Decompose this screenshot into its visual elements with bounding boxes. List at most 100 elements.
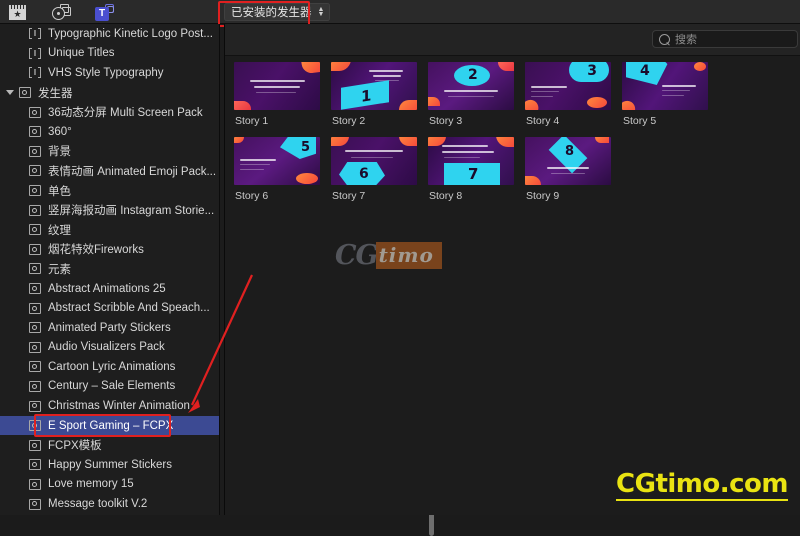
sidebar-item-5[interactable]: 360° [0,122,219,142]
generator-icon-wrap [28,322,42,334]
generator-cell[interactable]: 7 Story 8 [428,137,519,202]
sidebar-item-18[interactable]: Century – Sale Elements [0,377,219,397]
generator-icon [29,361,41,373]
search-icon [659,33,670,45]
generator-cell[interactable]: 4 Story 5 [622,62,713,127]
sidebar-item-label: Abstract Animations 25 [48,282,166,295]
generator-cell[interactable]: 5 Story 6 [234,137,325,202]
dropdown-label: 已安装的发生器 [231,7,312,19]
sidebar-item-15[interactable]: Animated Party Stickers [0,318,219,338]
generator-browser: 搜索 Story 1 1 Story 2 2 Story 3 3 Story 4 4 Story… [225,24,800,515]
sidebar-item-label: Message toolkit V.2 [48,498,148,511]
photos-audio-browser-icon[interactable] [50,2,72,22]
sidebar-item-11[interactable]: 烟花特效Fireworks [0,240,219,260]
watermark-bottom-right: CGtimo.com [616,470,788,501]
title-icon: I [29,67,41,79]
generator-icon-wrap [28,361,42,373]
sidebar-item-22[interactable]: Happy Summer Stickers [0,455,219,475]
sidebar-item-label: E Sport Gaming – FCPX [48,419,174,432]
sidebar-item-10[interactable]: 纹理 [0,220,219,240]
generator-icon [29,380,41,392]
generator-icon [29,341,41,353]
sidebar-item-8[interactable]: 单色 [0,181,219,201]
generator-icon-wrap [28,185,42,197]
sidebar-item-2[interactable]: I VHS Style Typography [0,63,219,83]
sidebar-scrollbar-track[interactable] [214,24,434,536]
generator-cell[interactable]: Story 1 [234,62,325,127]
disclosure-triangle-icon[interactable] [4,90,15,96]
sidebar-item-12[interactable]: 元素 [0,259,219,279]
generator-icon [29,204,41,216]
generator-icon-wrap [28,380,42,392]
generator-icon-wrap [28,126,42,138]
generator-thumbnail[interactable]: 8 [525,137,611,185]
generator-icon [29,420,41,432]
sidebar-item-0[interactable]: I Typographic Kinetic Logo Post... [0,24,219,44]
sidebar-item-label: 元素 [48,263,71,276]
watermark-timo-text: timo [375,242,442,269]
generator-icon-wrap [28,106,42,118]
sidebar-item-24[interactable]: Message toolkit V.2 [0,494,219,514]
generator-caption: Story 1 [235,115,269,127]
sidebar-item-label: Love memory 15 [48,478,134,491]
sidebar-item-label: VHS Style Typography [48,66,164,79]
generator-cell[interactable]: 1 Story 2 [331,62,422,127]
sidebar-item-16[interactable]: Audio Visualizers Pack [0,338,219,358]
generator-thumbnail[interactable]: 5 [234,137,320,185]
generator-icon-wrap [28,478,42,490]
sidebar-item-21[interactable]: FCPX模板 [0,435,219,455]
generators-category-dropdown[interactable]: 已安装的发生器 ▲ ▼ [224,3,331,21]
sidebar-item-20[interactable]: E Sport Gaming – FCPX [0,415,219,436]
thumbnail-grid: Story 1 1 Story 2 2 Story 3 3 Story 4 4 Story 5 5… [225,57,800,515]
sidebar-item-label: 单色 [48,185,71,198]
sidebar-item-9[interactable]: 竖屏海报动画 Instagram Storie... [0,200,219,220]
sidebar-item-3[interactable]: 发生器 [0,83,219,103]
generator-icon [19,87,31,99]
generator-icon [29,400,41,412]
generator-icon-wrap [28,263,42,275]
sidebar-item-label: Typographic Kinetic Logo Post... [48,27,213,40]
generator-thumbnail[interactable]: 2 [428,62,514,110]
sidebar-item-7[interactable]: 表情动画 Animated Emoji Pack... [0,161,219,181]
generator-caption: Story 9 [526,190,560,202]
generator-thumbnail[interactable] [234,62,320,110]
search-input[interactable]: 搜索 [652,30,798,48]
generator-thumbnail[interactable]: 7 [428,137,514,185]
sidebar-item-17[interactable]: Cartoon Lyric Animations [0,357,219,377]
generator-icon-wrap [28,283,42,295]
generator-cell[interactable]: 3 Story 4 [525,62,616,127]
browser-header: 搜索 [225,24,800,56]
sidebar-item-19[interactable]: Christmas Winter Animation [0,396,219,416]
sidebar-item-label: FCPX模板 [48,440,102,453]
generator-thumbnail[interactable]: 4 [622,62,708,110]
generator-thumbnail[interactable]: 6 [331,137,417,185]
generator-cell[interactable]: 8 Story 9 [525,137,616,202]
generator-icon [29,126,41,138]
search-placeholder: 搜索 [675,34,697,46]
titles-generators-browser-icon[interactable]: T [94,2,116,22]
sidebar-list: I Typographic Kinetic Logo Post... I Unique… [0,24,219,514]
generator-icon [29,165,41,177]
generator-caption: Story 4 [526,115,560,127]
generator-icon [29,322,41,334]
generator-cell[interactable]: 6 Story 7 [331,137,422,202]
sidebar[interactable]: I Typographic Kinetic Logo Post... I Unique… [0,24,219,515]
chevron-updown-icon: ▲ ▼ [317,6,325,18]
generator-icon [29,243,41,255]
generator-thumbnail[interactable]: 3 [525,62,611,110]
sidebar-item-14[interactable]: Abstract Scribble And Speach... [0,298,219,318]
sidebar-item-4[interactable]: 36动态分屏 Multi Screen Pack [0,102,219,122]
sidebar-item-23[interactable]: Love memory 15 [0,475,219,495]
generator-icon-wrap [28,341,42,353]
generator-caption: Story 6 [235,190,269,202]
generator-cell[interactable]: 2 Story 3 [428,62,519,127]
titles-browser-icon[interactable]: ★ [6,2,28,22]
sidebar-item-1[interactable]: I Unique Titles [0,44,219,64]
generator-icon [29,185,41,197]
watermark-cg-text: CG [335,240,379,271]
sidebar-item-13[interactable]: Abstract Animations 25 [0,279,219,299]
generator-caption: Story 2 [332,115,366,127]
sidebar-item-6[interactable]: 背景 [0,142,219,162]
generator-thumbnail[interactable]: 1 [331,62,417,110]
generator-icon [29,106,41,118]
